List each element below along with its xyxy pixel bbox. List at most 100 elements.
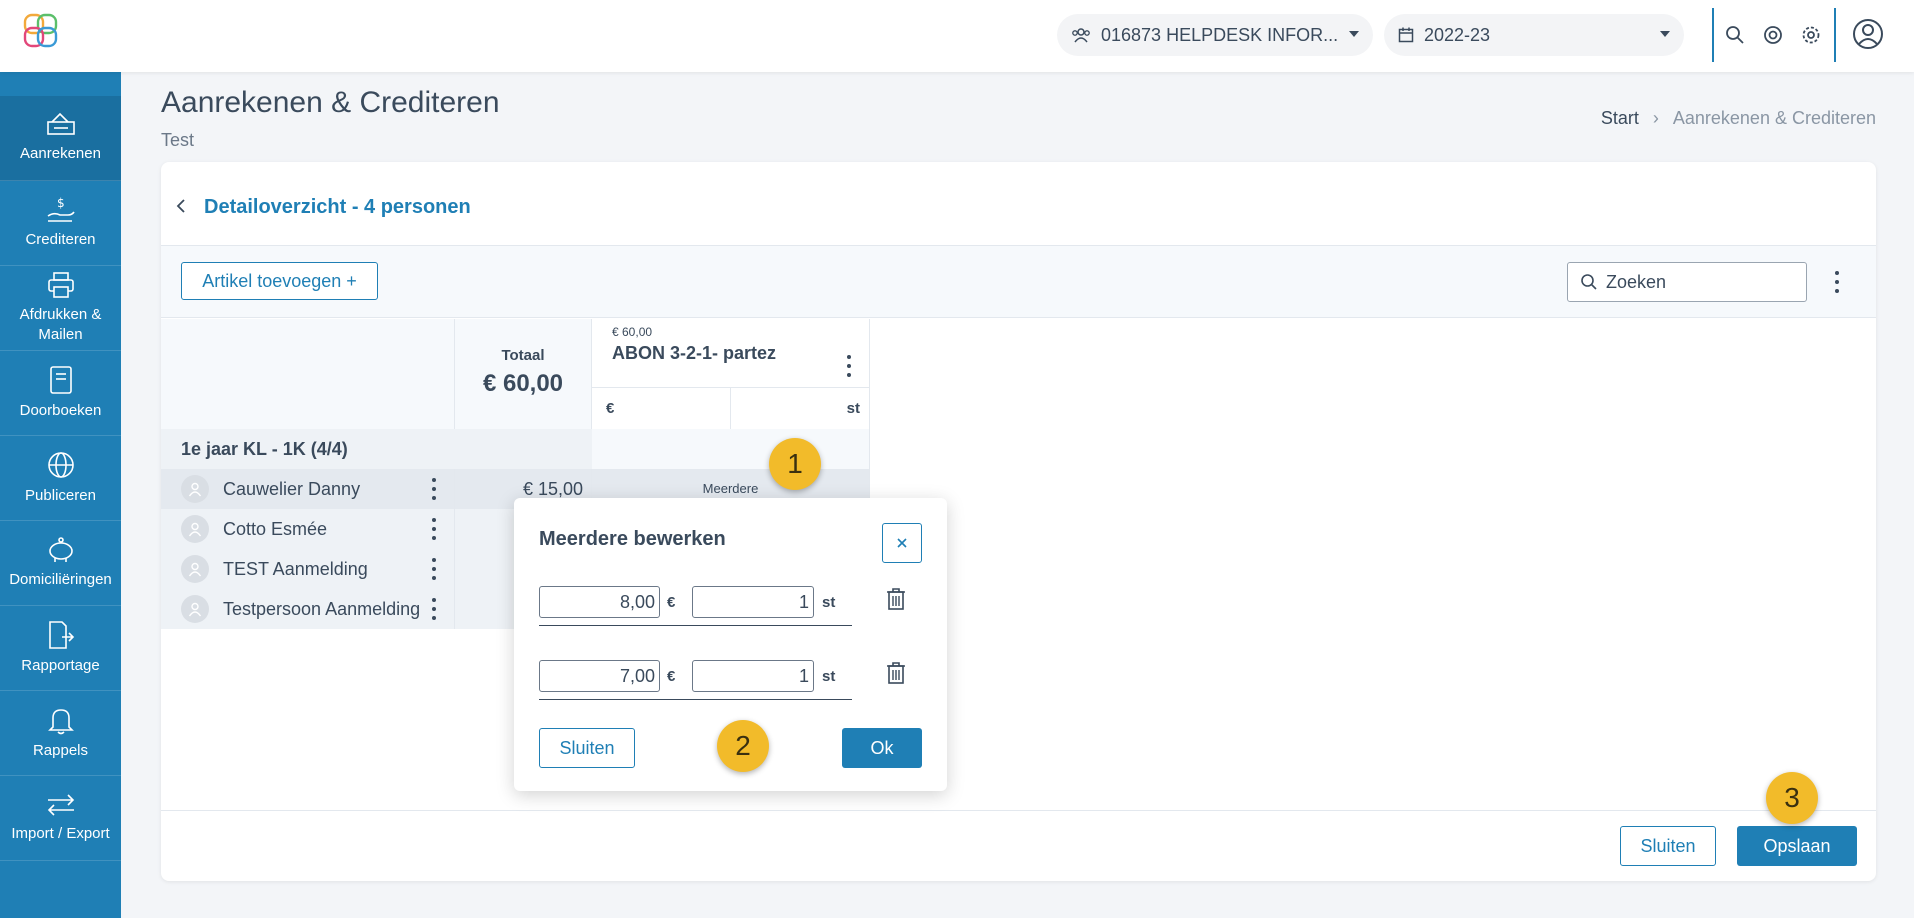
sidebar: Aanrekenen $ Crediteren Afdrukken & Mail… xyxy=(0,72,121,918)
search-placeholder: Zoeken xyxy=(1606,271,1667,292)
invoice-icon xyxy=(46,112,75,135)
calendar-icon xyxy=(1398,27,1414,43)
sidebar-item-label: Rappels xyxy=(32,742,89,759)
article-col-euro: € xyxy=(592,388,731,430)
school-year-selector-value: 2022-23 xyxy=(1424,24,1491,45)
person-name: Cotto Esmée xyxy=(223,518,328,539)
card-footer xyxy=(161,810,1876,881)
row-options-icon[interactable] xyxy=(431,478,437,500)
sidebar-item-domicilieringen[interactable]: Domiciliëringen xyxy=(0,521,121,606)
gear-icon[interactable] xyxy=(1800,24,1822,46)
book-icon xyxy=(49,366,72,394)
person-name: TEST Aanmelding xyxy=(223,558,368,579)
save-button[interactable]: Opslaan xyxy=(1737,826,1857,866)
amount-input[interactable]: 7,00 xyxy=(539,660,660,692)
popup-close-button[interactable] xyxy=(882,523,922,563)
sidebar-item-label: Doorboeken xyxy=(19,402,102,419)
group-row-article-cell xyxy=(592,429,870,469)
sidebar-item-rappels[interactable]: Rappels xyxy=(0,691,121,776)
person-icon xyxy=(188,562,202,577)
search-icon[interactable] xyxy=(1724,24,1746,46)
unit-label: st xyxy=(822,594,836,611)
sidebar-item-label: Afdrukken & Mailen xyxy=(19,306,102,343)
more-options-icon[interactable] xyxy=(1834,271,1840,293)
breadcrumb-current: Aanrekenen & Crediteren xyxy=(1672,108,1876,128)
chevron-down-icon xyxy=(1349,31,1359,37)
card-toolbar: Artikel toevoegen + Zoeken xyxy=(161,246,1876,318)
popup-close-text-button[interactable]: Sluiten xyxy=(539,728,635,768)
step-badge-1: 1 xyxy=(769,438,821,490)
table-header-names xyxy=(161,319,455,429)
total-value: € 60,00 xyxy=(482,370,564,397)
detail-title[interactable]: Detailoverzicht - 4 personen xyxy=(204,196,471,219)
sidebar-item-publiceren[interactable]: Publiceren xyxy=(0,436,121,521)
arrows-exchange-icon xyxy=(47,794,74,816)
person-icon xyxy=(188,482,202,497)
step-badge-3: 3 xyxy=(1766,772,1818,824)
person-icon xyxy=(188,522,202,537)
close-button[interactable]: Sluiten xyxy=(1620,826,1716,866)
chevron-right-icon: › xyxy=(1652,108,1659,128)
total-label: Totaal xyxy=(501,347,545,364)
piggy-bank-icon xyxy=(48,537,73,562)
article-options-icon[interactable] xyxy=(846,355,852,377)
sidebar-item-label: Publiceren xyxy=(25,487,96,504)
sidebar-item-afdrukken-mailen[interactable]: Afdrukken & Mailen xyxy=(0,266,121,351)
row-options-icon[interactable] xyxy=(431,558,437,580)
sidebar-item-crediteren[interactable]: $ Crediteren xyxy=(0,181,121,266)
row-options-icon[interactable] xyxy=(431,518,437,540)
person-icon xyxy=(188,602,202,617)
page-subtitle: Test xyxy=(161,130,195,150)
article-subheader: € st xyxy=(592,387,870,430)
quantity-input[interactable]: 1 xyxy=(692,660,814,692)
group-icon xyxy=(1072,28,1090,43)
report-export-icon xyxy=(48,621,74,649)
organisation-selector-value: 016873 HELPDESK INFOR... xyxy=(1101,24,1339,45)
sidebar-item-label: Crediteren xyxy=(25,231,96,248)
printer-icon xyxy=(47,272,74,298)
add-article-button[interactable]: Artikel toevoegen + xyxy=(181,262,378,300)
row-options-icon[interactable] xyxy=(431,598,437,620)
amount-input[interactable]: 8,00 xyxy=(539,586,660,618)
trash-icon[interactable] xyxy=(886,661,906,685)
sidebar-item-aanrekenen[interactable]: Aanrekenen xyxy=(0,96,121,181)
organisation-selector[interactable]: 016873 HELPDESK INFOR... xyxy=(1057,14,1373,56)
school-year-selector[interactable]: 2022-23 xyxy=(1384,14,1684,56)
bell-icon xyxy=(47,709,74,735)
step-badge-2: 2 xyxy=(717,720,769,772)
chevron-left-icon[interactable] xyxy=(175,198,187,214)
top-bar: 016873 HELPDESK INFOR... 2022-23 xyxy=(0,0,1914,72)
sidebar-item-rapportage[interactable]: Rapportage xyxy=(0,606,121,691)
sidebar-item-import-export[interactable]: Import / Export xyxy=(0,776,121,861)
sidebar-item-doorboeken[interactable]: Doorboeken xyxy=(0,351,121,436)
currency-label: € xyxy=(667,668,676,685)
quantity-input[interactable]: 1 xyxy=(692,586,814,618)
hand-dollar-icon: $ xyxy=(47,196,75,222)
avatar xyxy=(181,595,209,623)
group-row[interactable]: 1e jaar KL - 1K (4/4) xyxy=(161,429,592,469)
person-name-cell: TEST Aanmelding xyxy=(161,549,455,589)
lifebuoy-icon[interactable] xyxy=(1762,24,1784,46)
article-price: € 60,00 xyxy=(612,325,653,339)
person-name: Cauwelier Danny xyxy=(223,478,361,499)
trash-icon[interactable] xyxy=(886,587,906,611)
sidebar-item-label: Rapportage xyxy=(21,657,100,674)
search-input[interactable]: Zoeken xyxy=(1567,262,1807,302)
person-name-cell: Cotto Esmée xyxy=(161,509,455,549)
sidebar-item-label: Aanrekenen xyxy=(20,145,101,162)
app-logo-icon[interactable] xyxy=(22,12,64,54)
breadcrumb-start[interactable]: Start xyxy=(1601,108,1639,129)
popup-ok-button[interactable]: Ok xyxy=(842,728,922,768)
person-name: Testpersoon Aanmelding xyxy=(223,598,421,619)
avatar xyxy=(181,475,209,503)
user-circle-icon[interactable] xyxy=(1852,18,1884,50)
article-col-st: st xyxy=(846,400,860,417)
sidebar-item-label: Import / Export xyxy=(11,825,110,842)
sidebar-item-label: Domiciliëringen xyxy=(9,571,112,588)
svg-text:$: $ xyxy=(57,196,65,210)
chevron-down-icon xyxy=(1660,31,1670,37)
avatar xyxy=(181,555,209,583)
currency-label: € xyxy=(667,594,676,611)
charge-line: 7,00 € 1 st xyxy=(539,660,852,700)
card-header: Detailoverzicht - 4 personen xyxy=(161,162,1876,246)
